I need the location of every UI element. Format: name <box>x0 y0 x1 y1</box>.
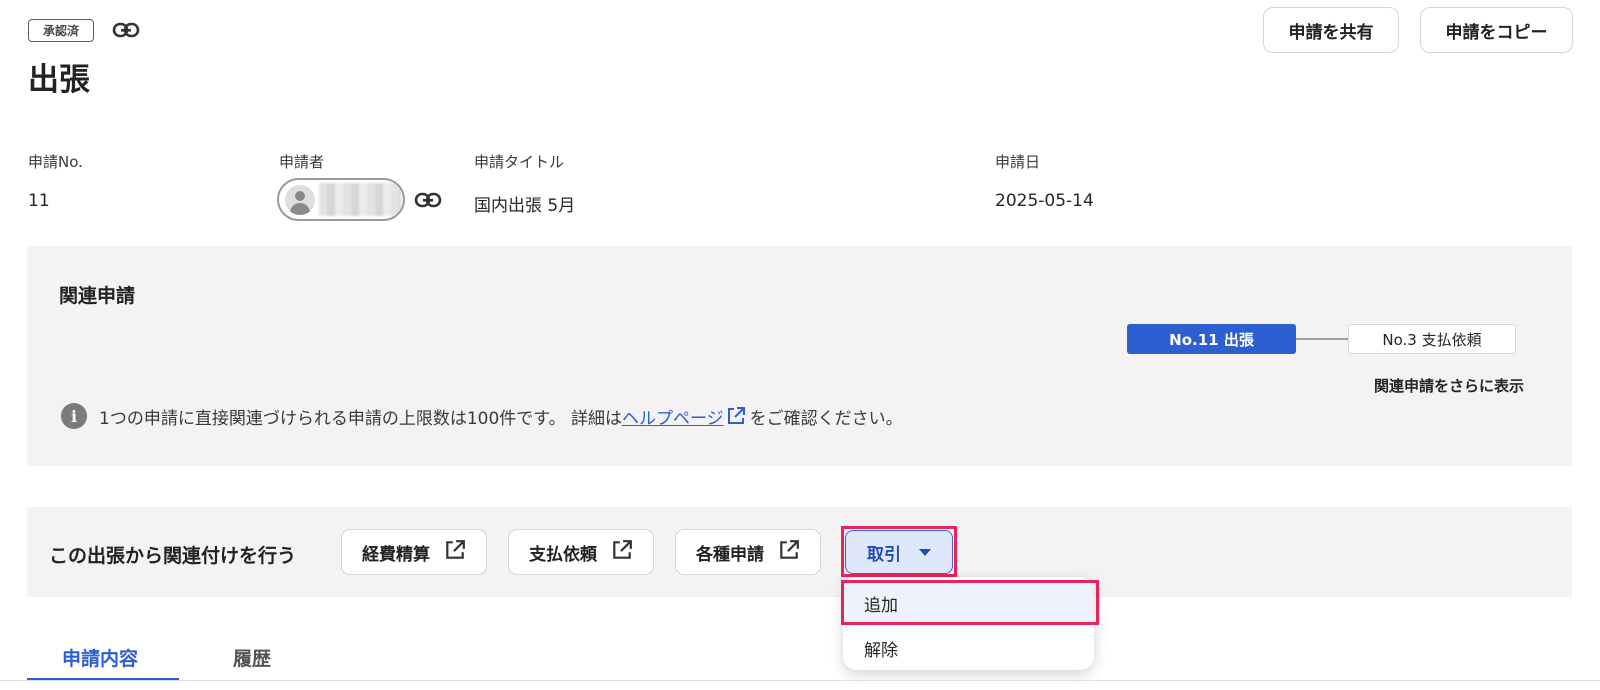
tab-divider <box>0 680 1600 681</box>
related-heading: 関連申請 <box>59 285 136 307</box>
help-page-link[interactable]: ヘルプページ <box>622 404 724 429</box>
action-label: この出張から関連付けを行う <box>49 545 297 567</box>
number-value: 11 <box>28 191 50 211</box>
highlight-box-transaction <box>841 526 957 577</box>
info-icon: i <box>61 403 87 429</box>
external-link-icon <box>444 539 466 566</box>
applicant-name-redacted <box>319 183 401 216</box>
misc-button-label: 各種申請 <box>696 544 764 565</box>
related-node-linked[interactable]: No.3 支払依頼 <box>1348 324 1516 354</box>
show-more-related-link[interactable]: 関連申請をさらに表示 <box>1374 375 1524 396</box>
related-node-current[interactable]: No.11 出張 <box>1127 324 1296 354</box>
tab-history[interactable]: 履歴 <box>233 644 271 671</box>
dropdown-item-remove[interactable]: 解除 <box>843 626 1094 670</box>
info-message: i 1つの申請に直接関連づけられる申請の上限数は100件です。 詳細は ヘルプペ… <box>61 403 903 429</box>
applicant-label: 申請者 <box>279 153 325 171</box>
date-value: 2025-05-14 <box>995 191 1094 211</box>
payment-button[interactable]: 支払依頼 <box>508 529 654 575</box>
highlight-box-add <box>841 580 1099 625</box>
copy-button[interactable]: 申請をコピー <box>1420 7 1573 53</box>
number-label: 申請No. <box>28 153 83 171</box>
applicant-chip[interactable] <box>277 178 405 221</box>
share-button[interactable]: 申請を共有 <box>1263 7 1399 53</box>
date-label: 申請日 <box>995 153 1041 171</box>
link-icon[interactable] <box>112 18 140 42</box>
payment-button-label: 支払依頼 <box>529 544 597 565</box>
page-title: 出張 <box>28 62 90 98</box>
applicant-link-icon[interactable] <box>414 188 442 212</box>
expense-button-label: 経費精算 <box>362 544 430 565</box>
title-label: 申請タイトル <box>474 153 565 171</box>
info-text-before: 1つの申請に直接関連づけられる申請の上限数は100件です。 詳細は <box>99 408 622 429</box>
title-value: 国内出張 5月 <box>474 196 576 216</box>
external-link-icon <box>726 406 746 426</box>
external-link-icon <box>611 539 633 566</box>
related-connector <box>1296 338 1348 340</box>
info-text-after: をご確認ください。 <box>749 408 903 429</box>
tab-application-content[interactable]: 申請内容 <box>62 644 138 671</box>
related-panel <box>27 246 1572 466</box>
expense-button[interactable]: 経費精算 <box>341 529 487 575</box>
misc-application-button[interactable]: 各種申請 <box>675 529 821 575</box>
external-link-icon <box>778 539 800 566</box>
status-badge: 承認済 <box>28 19 94 42</box>
avatar <box>285 184 315 215</box>
